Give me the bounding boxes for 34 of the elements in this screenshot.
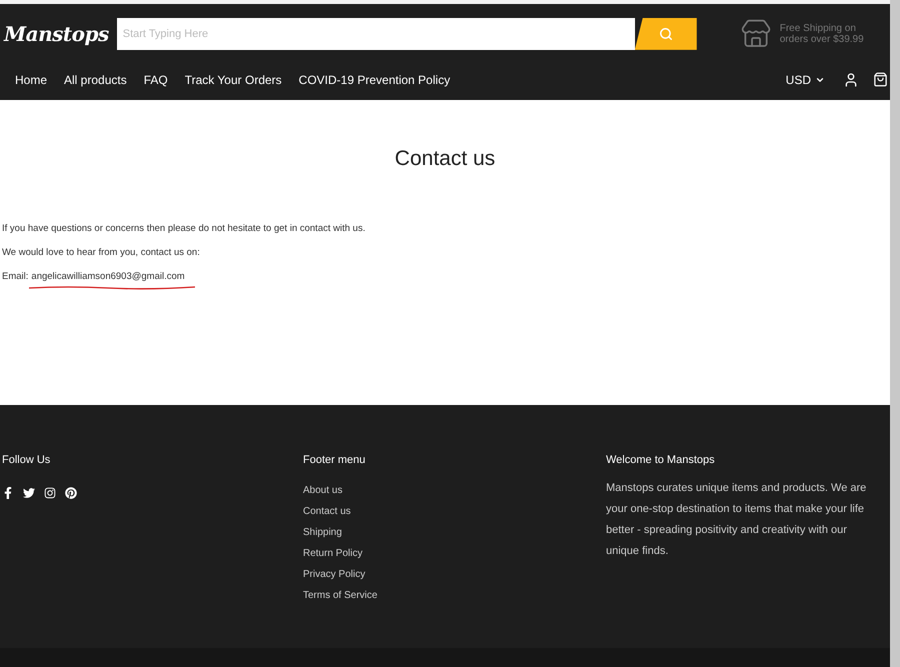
twitter-icon[interactable]	[23, 486, 35, 498]
footer-link[interactable]: Contact us	[303, 504, 351, 518]
facebook-icon[interactable]	[2, 486, 14, 498]
body-text: If you have questions or concerns then please do not hesitate to get in contact with us.	[2, 222, 366, 236]
footer-heading: Footer menu	[303, 453, 366, 468]
body-text: We would love to hear from you, contact us on:	[2, 246, 201, 260]
site-logo[interactable]: Manstops	[4, 20, 109, 48]
footer-heading: Welcome to Manstops	[606, 453, 716, 468]
search-icon	[658, 26, 673, 41]
pinterest-icon[interactable]	[65, 486, 77, 498]
page-title: Contact us	[394, 146, 496, 172]
currency-selector[interactable]: USD	[786, 70, 825, 89]
nav-link[interactable]: Track Your Orders	[184, 70, 282, 89]
email-link[interactable]: angelicawilliamson6903@gmail.com	[31, 270, 185, 284]
footer-heading: Follow Us	[2, 453, 52, 468]
account-icon[interactable]	[843, 72, 859, 88]
footer-link[interactable]: Shipping	[303, 526, 342, 540]
nav-link[interactable]: COVID-19 Prevention Policy	[298, 70, 450, 89]
welcome-text: Manstops curates unique items and products. We are your one-stop destination to items that make your life better - spreading positivity and creativity with our unique finds.	[606, 480, 868, 560]
footer-link[interactable]: Return Policy	[303, 546, 362, 560]
nav-link[interactable]: All products	[64, 70, 127, 89]
instagram-icon[interactable]	[44, 486, 56, 498]
nav-link[interactable]: FAQ	[144, 70, 168, 89]
footer-link[interactable]: Privacy Policy	[303, 568, 366, 582]
search-field[interactable]: Start Typing Here	[116, 18, 635, 50]
footer-link[interactable]: About us	[303, 484, 342, 498]
nav-link[interactable]: Home	[15, 70, 48, 89]
footer-link[interactable]: Terms of Service	[303, 588, 378, 602]
store-icon	[740, 18, 772, 50]
scrollbar[interactable]	[890, 0, 900, 667]
shipping-note: Free Shipping on orders over $39.99	[780, 22, 865, 45]
cart-icon[interactable]	[873, 72, 888, 88]
email-label: Email:	[2, 270, 28, 284]
search-button[interactable]	[634, 18, 697, 50]
